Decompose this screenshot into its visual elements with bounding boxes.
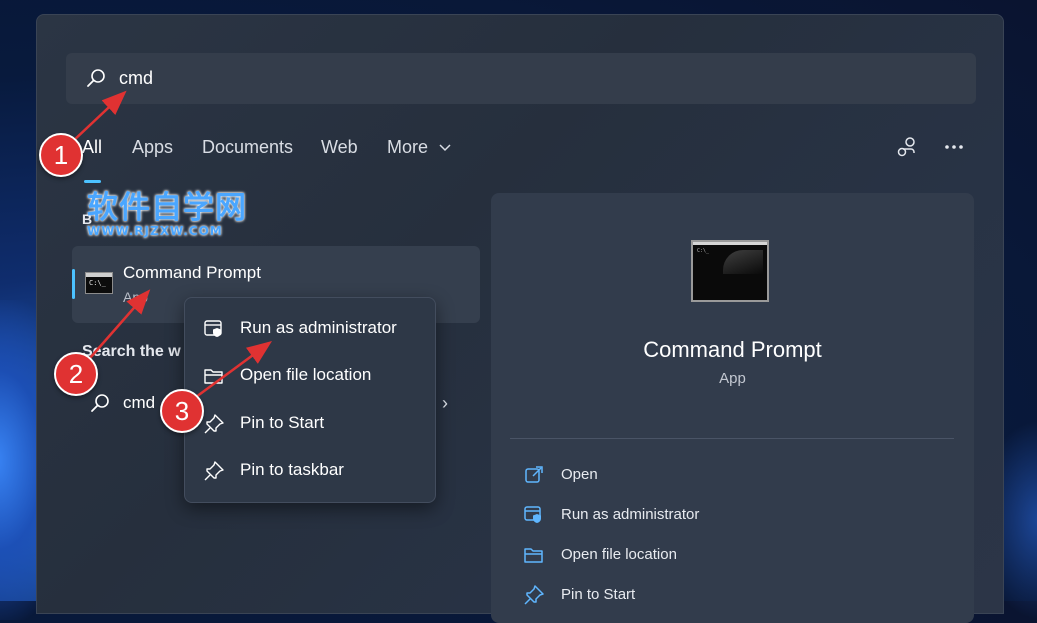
tab-apps[interactable]: Apps (132, 137, 173, 158)
action-label: Open (561, 466, 598, 483)
preview-subtitle: App (719, 370, 746, 387)
selection-accent (72, 269, 75, 299)
divider (510, 438, 954, 439)
action-run-as-administrator[interactable]: Run as administrator (524, 504, 924, 530)
tab-web[interactable]: Web (321, 137, 358, 158)
action-pin-to-start[interactable]: Pin to Start (524, 584, 924, 610)
search-query[interactable]: cmd (119, 68, 153, 89)
watermark-url: WWW.RJZXW.COM (87, 224, 223, 238)
shield-window-icon (524, 506, 541, 523)
context-menu: Run as administrator Open file location … (184, 297, 436, 503)
search-panel: cmd All Apps Documents Web More B 软件自学网 … (36, 14, 1004, 623)
pin-icon (204, 414, 224, 434)
search-icon (91, 394, 109, 412)
open-external-icon (525, 466, 543, 483)
callout-step-2: 2 (54, 352, 98, 396)
search-icon (87, 69, 105, 87)
folder-icon (524, 548, 543, 563)
menu-item-pin-to-start[interactable]: Pin to Start (185, 401, 435, 445)
pin-icon (524, 585, 544, 605)
chevron-right-icon[interactable]: › (442, 393, 448, 414)
menu-item-pin-to-taskbar[interactable]: Pin to taskbar (185, 448, 435, 492)
menu-item-open-file-location[interactable]: Open file location (185, 353, 435, 397)
menu-item-run-as-administrator[interactable]: Run as administrator (185, 306, 435, 350)
active-tab-indicator (84, 180, 101, 183)
callout-step-3: 3 (160, 389, 204, 433)
search-web-heading: Search the w (82, 343, 181, 360)
web-search-query: cmd (123, 393, 156, 412)
best-match-title: Command Prompt (123, 263, 261, 282)
watermark-logo: 软件自学网 WWW.RJZXW.COM (87, 191, 247, 237)
tab-all[interactable]: All (82, 137, 102, 158)
preview-pane: C:\_ Command Prompt App Open Run as admi… (491, 193, 974, 623)
best-match-subtitle: App (123, 289, 148, 305)
action-label: Run as administrator (561, 506, 700, 523)
menu-item-label: Run as administrator (240, 318, 397, 337)
menu-item-label: Pin to taskbar (240, 460, 344, 479)
pin-icon (204, 461, 224, 481)
more-options-icon[interactable] (942, 135, 966, 159)
preview-title: Command Prompt (643, 337, 822, 362)
tab-more-label: More (387, 137, 429, 157)
action-label: Pin to Start (561, 586, 636, 603)
watermark-title: 软件自学网 (87, 190, 247, 226)
action-label: Open file location (561, 546, 677, 563)
chevron-down-icon (439, 144, 451, 152)
action-open[interactable]: Open (524, 464, 924, 490)
search-input[interactable]: cmd (66, 53, 976, 104)
command-prompt-icon: C:\_ (85, 272, 113, 294)
callout-step-1: 1 (39, 133, 83, 177)
tab-more[interactable]: More (387, 137, 451, 158)
folder-icon (204, 369, 223, 384)
tab-documents[interactable]: Documents (202, 137, 293, 158)
shield-window-icon (204, 320, 222, 337)
account-switch-icon[interactable] (896, 135, 920, 159)
menu-item-label: Pin to Start (240, 413, 325, 432)
action-open-file-location[interactable]: Open file location (524, 544, 924, 570)
menu-item-label: Open file location (240, 365, 372, 384)
command-prompt-icon: C:\_ (691, 240, 769, 302)
